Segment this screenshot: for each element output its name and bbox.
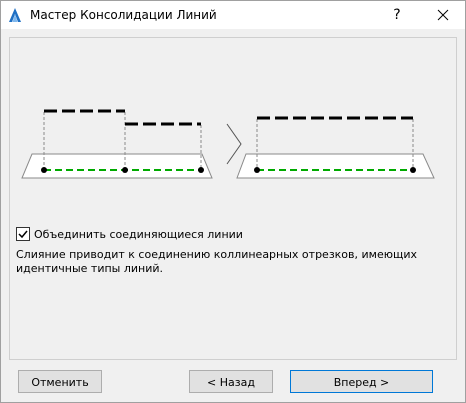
checkmark-icon (18, 230, 28, 239)
before-illustration (21, 109, 213, 179)
window-title: Мастер Консолидации Линий (30, 8, 217, 22)
help-button[interactable]: ? (379, 1, 415, 29)
close-icon (437, 9, 449, 21)
arrow-right-icon (226, 123, 242, 165)
line-consolidation-diagram (21, 109, 435, 179)
title-bar: Мастер Консолидации Линий ? (1, 1, 465, 29)
merge-lines-checkbox[interactable] (16, 227, 30, 241)
merge-lines-option[interactable]: Объединить соединяющиеся линии (16, 225, 243, 243)
merge-lines-label: Объединить соединяющиеся линии (34, 227, 243, 241)
close-button[interactable] (425, 1, 461, 29)
back-button[interactable]: < Назад (189, 370, 273, 393)
cancel-button[interactable]: Отменить (18, 370, 102, 393)
merge-description: Слияние приводит к соединению коллинеарн… (16, 248, 418, 275)
after-illustration (236, 116, 435, 179)
dialog-window: Мастер Консолидации Линий ? Объединить с… (0, 0, 466, 403)
archicad-logo-icon (7, 7, 23, 23)
next-button[interactable]: Вперед > (290, 370, 433, 393)
